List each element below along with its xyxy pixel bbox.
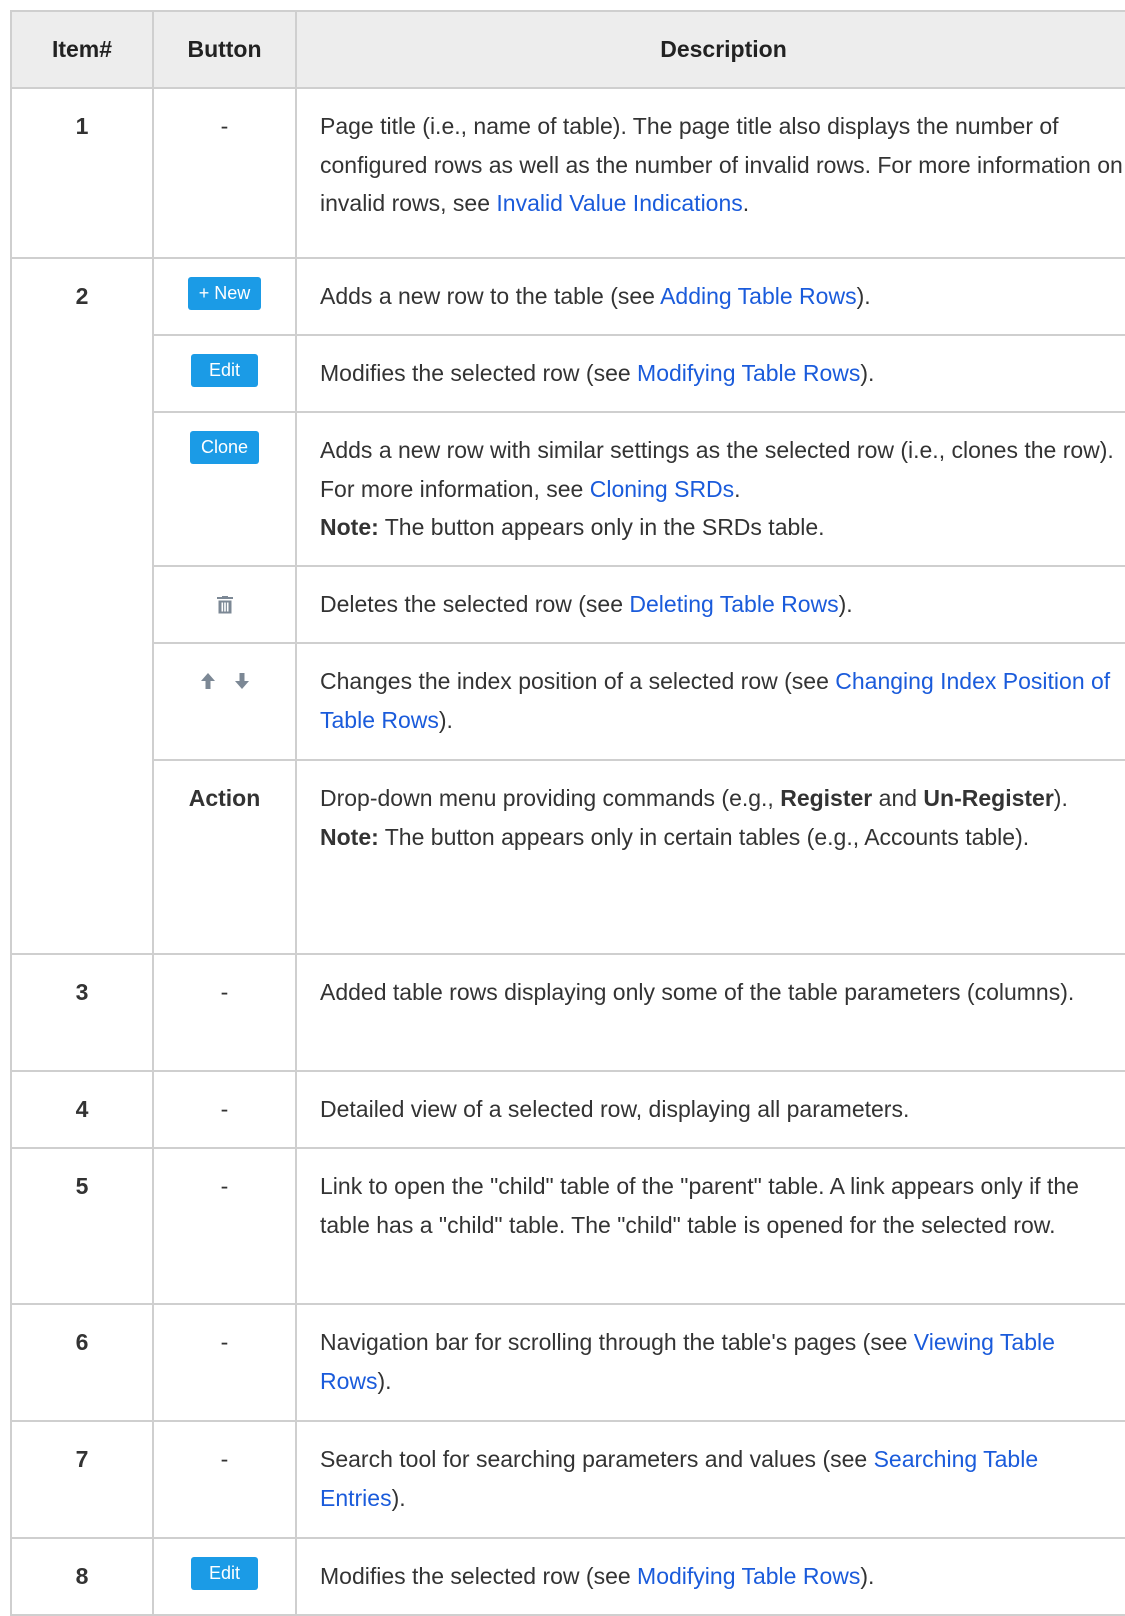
button-cell: - <box>152 1070 297 1149</box>
description-text: Adds a new row to the table (see <box>320 283 661 309</box>
arrow-up-icon[interactable] <box>200 673 215 689</box>
header-row: Item# Button Description <box>10 10 1125 89</box>
description-text: Search tool for searching parameters and… <box>320 1446 874 1472</box>
link-invalid-value-indications[interactable]: Invalid Value Indications <box>496 190 742 216</box>
description-cell: Adds a new row to the table (see Adding … <box>295 257 1125 336</box>
button-cell: - <box>152 953 297 1072</box>
new-button[interactable]: + New <box>187 277 262 310</box>
table-row: Changes the index position of a selected… <box>11 642 1125 761</box>
table-row: 3 - Added table rows displaying only som… <box>10 953 1125 1072</box>
description-cell: Page title (i.e., name of table). The pa… <box>295 87 1125 259</box>
register-command: Register <box>780 785 873 811</box>
description-cell: Navigation bar for scrolling through the… <box>295 1303 1125 1422</box>
table-row: 4 - Detailed view of a selected row, dis… <box>10 1070 1125 1149</box>
description-text: ). <box>377 1367 392 1394</box>
description-cell: Added table rows displaying only some of… <box>295 953 1125 1072</box>
note-label: Note: <box>320 514 379 540</box>
description-text: Navigation bar for scrolling through the… <box>320 1329 914 1355</box>
action-button[interactable]: Action <box>152 759 297 955</box>
item-number: 1 <box>10 87 154 259</box>
button-cell <box>152 565 297 644</box>
clone-button[interactable]: Clone <box>189 431 260 464</box>
table-row: Action Drop-down menu providing commands… <box>11 759 1125 955</box>
header-button: Button <box>152 10 297 89</box>
header-description: Description <box>295 10 1125 89</box>
note-label: Note: <box>320 823 379 850</box>
item-number: 3 <box>10 953 154 1072</box>
link-modifying-table-rows[interactable]: Modifying Table Rows <box>637 1563 860 1589</box>
note-text: The button appears only in certain table… <box>378 823 1030 850</box>
description-paragraph: Adds a new row with similar settings as … <box>320 431 1125 508</box>
edit-button[interactable]: Edit <box>190 1557 259 1590</box>
table-row: 2 + New Adds a new row to the table (see… <box>10 257 1125 955</box>
table-row: 1 - Page title (i.e., name of table). Th… <box>10 87 1125 259</box>
button-cell: Edit <box>152 1537 297 1616</box>
button-cell: Clone <box>152 411 297 567</box>
description-cell: Search tool for searching parameters and… <box>295 1420 1125 1539</box>
table-row: 5 - Link to open the "child" table of th… <box>10 1147 1125 1305</box>
button-cell: - <box>152 87 297 259</box>
button-cell: - <box>152 1420 297 1539</box>
description-text: ). <box>1053 785 1068 811</box>
edit-button[interactable]: Edit <box>190 354 259 387</box>
description-text: ). <box>438 706 453 733</box>
item-number: 8 <box>10 1537 154 1616</box>
table-row: Clone Adds a new row with similar settin… <box>11 411 1125 567</box>
description-text: ). <box>860 360 875 386</box>
description-table: Item# Button Description 1 - Page title … <box>10 10 1125 1616</box>
link-modifying-table-rows[interactable]: Modifying Table Rows <box>637 360 860 386</box>
description-text: ). <box>391 1484 406 1511</box>
description-paragraph: Drop-down menu providing commands (e.g.,… <box>320 779 1125 818</box>
description-text: . <box>742 190 750 216</box>
description-cell: Modifies the selected row (see Modifying… <box>295 334 1125 413</box>
description-cell: Changes the index position of a selected… <box>295 642 1125 761</box>
description-text: Deletes the selected row (see <box>320 591 630 617</box>
arrow-down-icon[interactable] <box>234 673 249 689</box>
note-paragraph: Note: The button appears only in the SRD… <box>320 508 1125 547</box>
button-cell: - <box>152 1147 297 1305</box>
unregister-command: Un-Register <box>923 785 1054 811</box>
button-cell: Edit <box>152 334 297 413</box>
description-text: Modifies the selected row (see <box>320 1563 638 1589</box>
table-row: Deletes the selected row (see Deleting T… <box>11 565 1125 644</box>
description-cell: Drop-down menu providing commands (e.g.,… <box>295 759 1125 955</box>
button-cell: - <box>152 1303 297 1422</box>
description-text: ). <box>838 591 853 617</box>
description-cell: Deletes the selected row (see Deleting T… <box>295 565 1125 644</box>
item-number: 5 <box>10 1147 154 1305</box>
link-adding-table-rows[interactable]: Adding Table Rows <box>660 283 856 309</box>
description-text: Changes the index position of a selected… <box>320 668 836 694</box>
table-row: 6 - Navigation bar for scrolling through… <box>10 1303 1125 1422</box>
table-row: 8 Edit Modifies the selected row (see Mo… <box>10 1537 1125 1616</box>
description-cell: Adds a new row with similar settings as … <box>295 411 1125 567</box>
description-cell: Detailed view of a selected row, display… <box>295 1070 1125 1149</box>
item-number: 4 <box>10 1070 154 1149</box>
header-item: Item# <box>10 10 154 89</box>
item-number: 7 <box>10 1420 154 1539</box>
trash-icon[interactable] <box>216 587 233 626</box>
link-deleting-table-rows[interactable]: Deleting Table Rows <box>629 591 838 617</box>
description-cell: Modifies the selected row (see Modifying… <box>295 1537 1125 1616</box>
item-number: 6 <box>10 1303 154 1422</box>
description-text: ). <box>860 1563 875 1589</box>
link-cloning-srds[interactable]: Cloning SRDs <box>590 476 734 502</box>
note-paragraph: Note: The button appears only in certain… <box>320 818 1125 857</box>
table-row: Edit Modifies the selected row (see Modi… <box>11 334 1125 413</box>
description-text: and <box>872 785 924 811</box>
description-text: Drop-down menu providing commands (e.g., <box>320 785 781 811</box>
description-text: Modifies the selected row (see <box>320 360 638 386</box>
note-text: The button appears only in the SRDs tabl… <box>378 514 825 540</box>
description-text: ). <box>856 283 871 309</box>
item-number: 2 <box>10 257 154 955</box>
button-cell <box>152 642 297 761</box>
description-cell: Link to open the "child" table of the "p… <box>295 1147 1125 1305</box>
description-text: . <box>734 475 741 502</box>
table-row: 7 - Search tool for searching parameters… <box>10 1420 1125 1539</box>
button-cell: + New <box>152 257 297 336</box>
